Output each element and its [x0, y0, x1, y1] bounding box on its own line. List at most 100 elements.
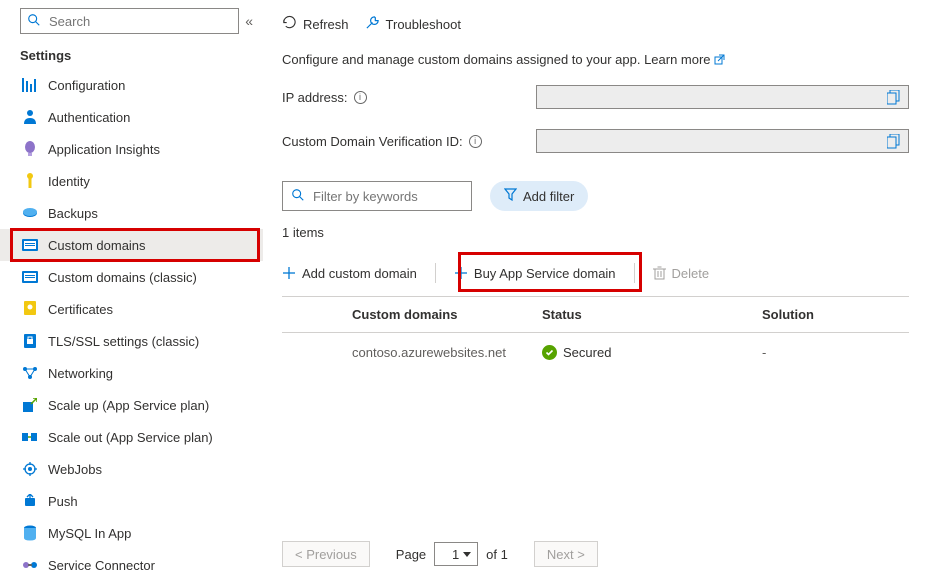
troubleshoot-button[interactable]: Troubleshoot	[365, 15, 461, 33]
sidebar-item-custom-domains-classic[interactable]: Custom domains (classic)	[0, 261, 263, 293]
sidebar-item-label: Identity	[48, 174, 90, 189]
page-select[interactable]: 1	[434, 542, 478, 566]
sidebar-item-label: Authentication	[48, 110, 130, 125]
sidebar-item-identity[interactable]: Identity	[0, 165, 263, 197]
sidebar-item-webjobs[interactable]: WebJobs	[0, 453, 263, 485]
mysql-icon	[22, 525, 38, 541]
verification-id-value	[536, 129, 909, 153]
page-label: Page	[396, 547, 426, 562]
delete-label: Delete	[672, 266, 710, 281]
divider	[634, 263, 635, 283]
col-status[interactable]: Status	[542, 297, 762, 333]
sidebar-item-label: Service Connector	[48, 558, 155, 573]
search-icon	[291, 188, 305, 205]
scale-out-icon	[22, 429, 38, 445]
troubleshoot-icon	[365, 15, 380, 33]
status-text: Secured	[563, 345, 611, 360]
push-icon	[22, 493, 38, 509]
filter-icon	[504, 188, 517, 204]
sidebar-item-label: Custom domains (classic)	[48, 270, 197, 285]
sidebar-item-backups[interactable]: Backups	[0, 197, 263, 229]
application-insights-icon	[22, 141, 38, 157]
cell-domain: contoso.azurewebsites.net	[282, 333, 542, 373]
delete-button: Delete	[653, 266, 710, 281]
sidebar-item-label: WebJobs	[48, 462, 102, 477]
toolbar: Refresh Troubleshoot	[282, 8, 909, 40]
copy-button[interactable]	[880, 86, 908, 108]
add-custom-domain-label: Add custom domain	[302, 266, 417, 281]
sidebar-item-label: Networking	[48, 366, 113, 381]
sidebar-item-service-connector[interactable]: Service Connector	[0, 549, 263, 581]
info-icon[interactable]: i	[354, 91, 367, 104]
filter-keywords-box[interactable]	[282, 181, 472, 211]
main-content: Refresh Troubleshoot Configure and manag…	[264, 0, 933, 579]
custom-domains-icon	[22, 237, 38, 253]
networking-icon	[22, 365, 38, 381]
sidebar-item-label: Custom domains	[48, 238, 146, 253]
sidebar-item-label: Push	[48, 494, 78, 509]
service-connector-icon	[22, 557, 38, 573]
sidebar: « Settings Configuration Authentication …	[0, 0, 264, 579]
troubleshoot-label: Troubleshoot	[386, 17, 461, 32]
sidebar-item-scale-out[interactable]: Scale out (App Service plan)	[0, 421, 263, 453]
search-row: «	[0, 8, 263, 44]
copy-button[interactable]	[880, 130, 908, 152]
previous-page-button: < Previous	[282, 541, 370, 567]
identity-icon	[22, 173, 38, 189]
learn-more-link[interactable]: Learn more	[644, 52, 725, 67]
sidebar-item-label: Scale out (App Service plan)	[48, 430, 213, 445]
description-text: Configure and manage custom domains assi…	[282, 52, 644, 67]
sidebar-item-certificates[interactable]: Certificates	[0, 293, 263, 325]
external-link-icon	[714, 54, 725, 65]
sidebar-item-networking[interactable]: Networking	[0, 357, 263, 389]
cell-status: Secured	[542, 333, 762, 373]
collapse-sidebar-icon[interactable]: «	[245, 13, 253, 29]
search-box[interactable]	[20, 8, 239, 34]
sidebar-item-label: TLS/SSL settings (classic)	[48, 334, 199, 349]
sidebar-item-scale-up[interactable]: Scale up (App Service plan)	[0, 389, 263, 421]
item-count: 1 items	[282, 225, 909, 240]
sidebar-item-push[interactable]: Push	[0, 485, 263, 517]
description: Configure and manage custom domains assi…	[282, 52, 909, 67]
sidebar-item-tls-ssl[interactable]: TLS/SSL settings (classic)	[0, 325, 263, 357]
next-page-button: Next >	[534, 541, 598, 567]
sidebar-section-header: Settings	[0, 44, 263, 69]
learn-more-label: Learn more	[644, 52, 710, 67]
ip-address-label: IP address: i	[282, 90, 536, 105]
sidebar-item-label: Application Insights	[48, 142, 160, 157]
trash-icon	[653, 266, 666, 280]
sidebar-item-label: MySQL In App	[48, 526, 131, 541]
divider	[435, 263, 436, 283]
add-custom-domain-button[interactable]: Add custom domain	[282, 266, 417, 281]
custom-domains-classic-icon	[22, 269, 38, 285]
table-row[interactable]: contoso.azurewebsites.net Secured -	[282, 333, 909, 373]
add-filter-label: Add filter	[523, 189, 574, 204]
sidebar-item-configuration[interactable]: Configuration	[0, 69, 263, 101]
sidebar-item-custom-domains[interactable]: Custom domains	[0, 229, 263, 261]
page-of: of 1	[486, 547, 508, 562]
sidebar-item-label: Certificates	[48, 302, 113, 317]
search-input[interactable]	[47, 13, 232, 30]
col-solution[interactable]: Solution	[762, 297, 909, 333]
authentication-icon	[22, 109, 38, 125]
check-icon	[542, 345, 557, 360]
filter-keywords-input[interactable]	[311, 188, 491, 205]
sidebar-item-mysql[interactable]: MySQL In App	[0, 517, 263, 549]
tls-ssl-icon	[22, 333, 38, 349]
add-filter-button[interactable]: Add filter	[490, 181, 588, 211]
table-header-row: Custom domains Status Solution	[282, 297, 909, 333]
pager: < Previous Page 1 of 1 Next >	[282, 528, 909, 579]
buy-app-service-domain-button[interactable]: Buy App Service domain	[454, 266, 616, 281]
domains-table: Custom domains Status Solution contoso.a…	[282, 296, 909, 372]
verification-id-row: Custom Domain Verification ID: i	[282, 129, 909, 153]
actions-row: Add custom domain Buy App Service domain…	[282, 256, 909, 290]
col-domain[interactable]: Custom domains	[282, 297, 542, 333]
refresh-button[interactable]: Refresh	[282, 15, 349, 33]
sidebar-item-authentication[interactable]: Authentication	[0, 101, 263, 133]
cell-solution: -	[762, 333, 909, 373]
sidebar-item-application-insights[interactable]: Application Insights	[0, 133, 263, 165]
ip-address-value	[536, 85, 909, 109]
ip-address-row: IP address: i	[282, 85, 909, 109]
configuration-icon	[22, 77, 38, 93]
info-icon[interactable]: i	[469, 135, 482, 148]
